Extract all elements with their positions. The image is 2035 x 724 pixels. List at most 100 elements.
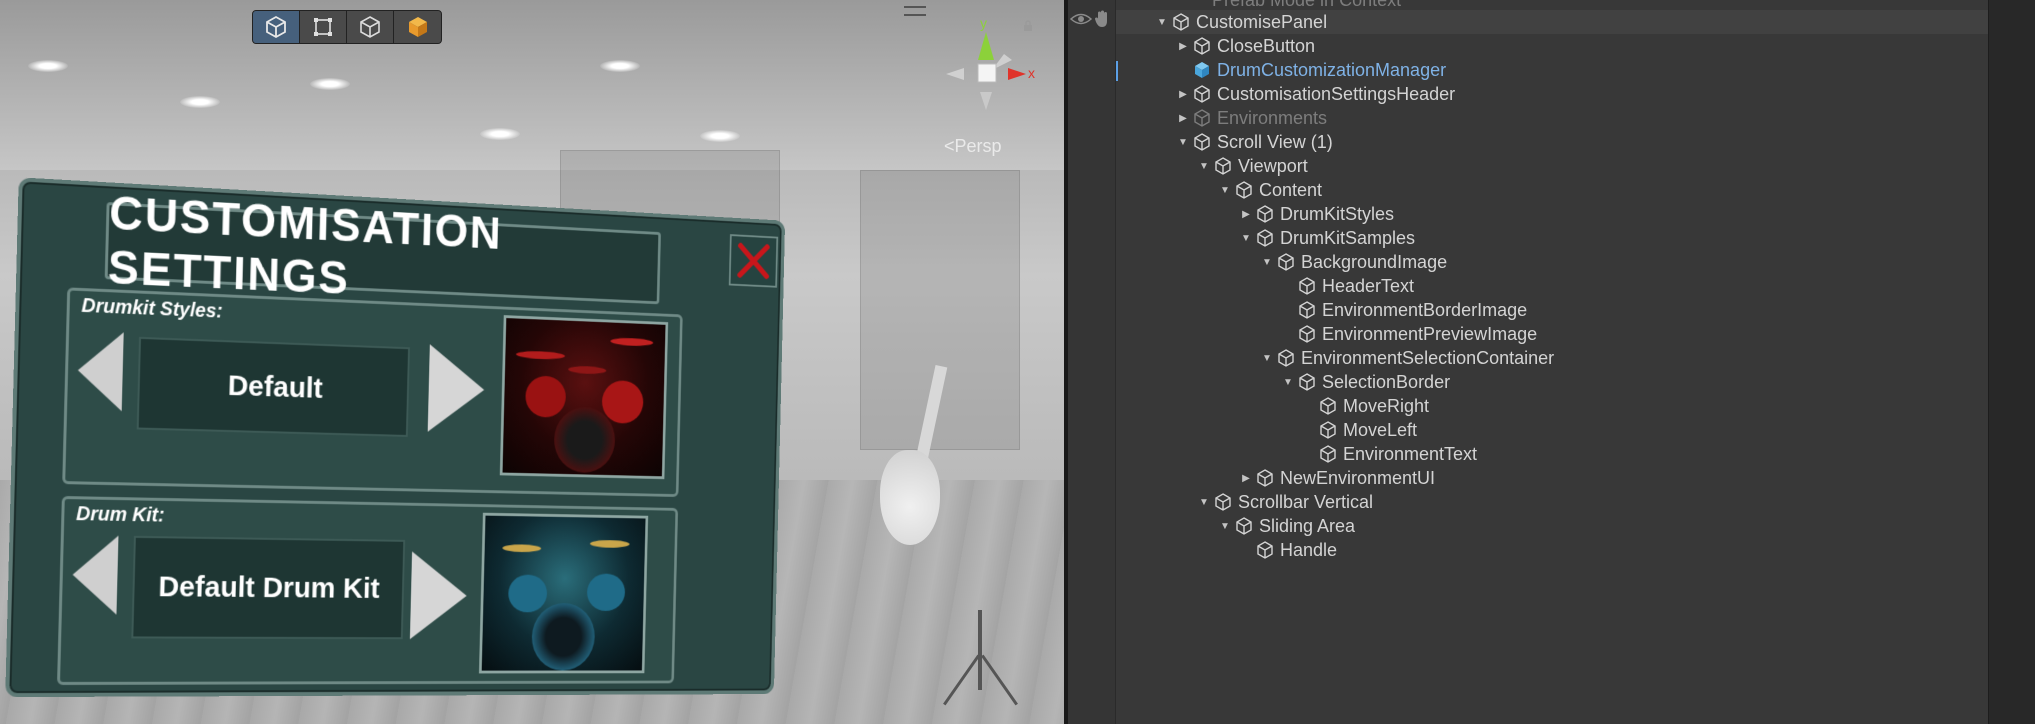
foldout-expanded-icon[interactable]: ▼ [1177,130,1189,154]
hierarchy-row[interactable]: DrumCustomizationManager› [1116,58,1988,82]
hierarchy-row[interactable]: EnvironmentText [1116,442,1988,466]
drum-kit-prev-button[interactable] [71,534,119,615]
panel-title: CUSTOMISATION SETTINGS [104,187,661,305]
hierarchy-row-label: EnvironmentPreviewImage [1322,323,1538,344]
foldout-expanded-icon[interactable]: ▼ [1240,226,1252,250]
hierarchy-row-label: DrumKitSamples [1280,227,1416,248]
bass-drum [553,406,616,474]
foldout-expanded-icon[interactable]: ▼ [1219,178,1231,202]
foldout-expanded-icon[interactable]: ▼ [1198,154,1210,178]
cube-orange-icon[interactable] [394,11,441,43]
foldout-collapsed-icon[interactable]: ▶ [1177,106,1189,130]
ceiling-light [600,60,640,72]
lock-icon[interactable] [1022,20,1034,32]
gameobject-cube-icon [1299,301,1315,319]
customise-panel: CUSTOMISATION SETTINGS Drumkit Styles: D… [5,177,786,698]
foldout-expanded-icon[interactable]: ▼ [1261,250,1273,274]
pickable-hand-icon[interactable] [1094,10,1110,28]
drum-kit-label: Drum Kit: [75,503,165,527]
ceiling-light [480,128,520,140]
scene-tools-overlay [252,10,442,44]
close-icon [735,240,772,282]
hierarchy-gutter [1068,0,1116,724]
hierarchy-row[interactable]: ▼ DrumKitSamples [1116,226,1988,250]
hierarchy-row[interactable]: ▼ SelectionBorder [1116,370,1988,394]
foldout-expanded-icon[interactable]: ▼ [1156,10,1168,34]
foldout-collapsed-icon[interactable]: ▶ [1240,466,1252,490]
hierarchy-row-label: CustomisationSettingsHeader [1217,83,1456,104]
foldout-spacer [1303,394,1315,418]
hierarchy-row[interactable]: ▶ Environments [1116,106,1988,130]
hierarchy-row[interactable]: ▶ NewEnvironmentUI [1116,466,1988,490]
hierarchy-row[interactable]: EnvironmentBorderImage [1116,298,1988,322]
foldout-expanded-icon[interactable]: ▼ [1198,490,1210,514]
hierarchy-row[interactable]: MoveRight [1116,394,1988,418]
close-button[interactable] [728,234,779,288]
hierarchy-row[interactable]: ▼ EnvironmentSelectionContainer [1116,346,1988,370]
hierarchy-row[interactable]: ▶ CustomisationSettingsHeader [1116,82,1988,106]
hierarchy-row[interactable]: HeaderText [1116,274,1988,298]
hierarchy-row[interactable]: ▶ CloseButton [1116,34,1988,58]
scene-menu-icon[interactable] [904,6,926,16]
hierarchy-row-label: Scroll View (1) [1217,131,1333,152]
cube-view-icon[interactable] [253,11,300,43]
gizmo-y-label: y [980,15,987,31]
visibility-eye-icon[interactable] [1070,12,1092,26]
foldout-expanded-icon[interactable]: ▼ [1282,370,1294,394]
hierarchy-row-label: CloseButton [1217,35,1316,56]
foldout-spacer [1282,298,1294,322]
hierarchy-row-label: Viewport [1238,155,1308,176]
drumkit-styles-prev-button[interactable] [76,330,124,412]
drumkit-styles-section: Drumkit Styles: Default [62,287,683,497]
hierarchy-row[interactable]: ▼ Sliding Area [1116,514,1988,538]
guitar-body [880,450,940,545]
hierarchy-row[interactable]: EnvironmentPreviewImage [1116,322,1988,346]
foldout-spacer [1177,58,1189,82]
foldout-collapsed-icon[interactable]: ▶ [1240,202,1252,226]
tom-drum [525,375,567,418]
gameobject-cube-icon [1215,157,1231,175]
hierarchy-row-label: EnvironmentSelectionContainer [1301,347,1555,368]
hierarchy-row[interactable]: ▼ BackgroundImage [1116,250,1988,274]
foldout-collapsed-icon[interactable]: ▶ [1177,34,1189,58]
gameobject-blue-cube-icon [1195,62,1209,78]
hierarchy-panel: Prefab Mode in Context ▼ CustomisePanel ▶ C… [1068,0,1988,724]
hierarchy-row-label: EnvironmentText [1343,443,1478,464]
hierarchy-row-label: HeaderText [1322,275,1415,296]
cube-outline-icon[interactable] [347,11,394,43]
gameobject-cube-icon [1320,397,1336,415]
ceiling-light [700,130,740,142]
gameobject-cube-icon [1278,349,1294,367]
drumkit-styles-next-button[interactable] [427,344,486,434]
gameobject-cube-icon [1236,181,1252,199]
foldout-expanded-icon[interactable]: ▼ [1261,346,1273,370]
hierarchy-row-label: Sliding Area [1259,515,1356,536]
gameobject-cube-icon [1257,541,1273,559]
hierarchy-row-label: DrumCustomizationManager [1217,59,1447,80]
hierarchy-row[interactable]: ▼ Scroll View (1) [1116,130,1988,154]
scene-view[interactable]: y x <Persp CUSTOMISATION SETTINGS Drumki… [0,0,1064,724]
perspective-label[interactable]: <Persp [944,136,1002,157]
tom-drum [586,573,626,612]
tom-drum [601,379,644,424]
hierarchy-row[interactable]: MoveLeft [1116,418,1988,442]
gameobject-cube-icon [1257,205,1273,223]
hierarchy-row[interactable]: ▼ Scrollbar Vertical [1116,490,1988,514]
ceiling-light [28,60,68,72]
studio-ceiling [0,0,1064,170]
hierarchy-row[interactable]: ▶ DrumKitStyles [1116,202,1988,226]
drum-kit-preview-image [478,512,649,674]
foldout-expanded-icon[interactable]: ▼ [1219,514,1231,538]
drum-kit-next-button[interactable] [409,551,468,640]
hierarchy-row[interactable]: Handle [1116,538,1988,562]
foldout-collapsed-icon[interactable]: ▶ [1177,82,1189,106]
hierarchy-row[interactable]: ▼ CustomisePanel [1116,10,1988,34]
rect-tool-icon[interactable] [300,11,347,43]
hierarchy-row[interactable]: ▼ Viewport [1116,154,1988,178]
cymbal [568,365,607,375]
tom-drum [507,574,548,613]
gameobject-cube-icon [1257,229,1273,247]
gameobject-cube-icon [1299,325,1315,343]
gameobject-cube-icon [1299,373,1315,391]
hierarchy-row[interactable]: ▼ Content [1116,178,1988,202]
